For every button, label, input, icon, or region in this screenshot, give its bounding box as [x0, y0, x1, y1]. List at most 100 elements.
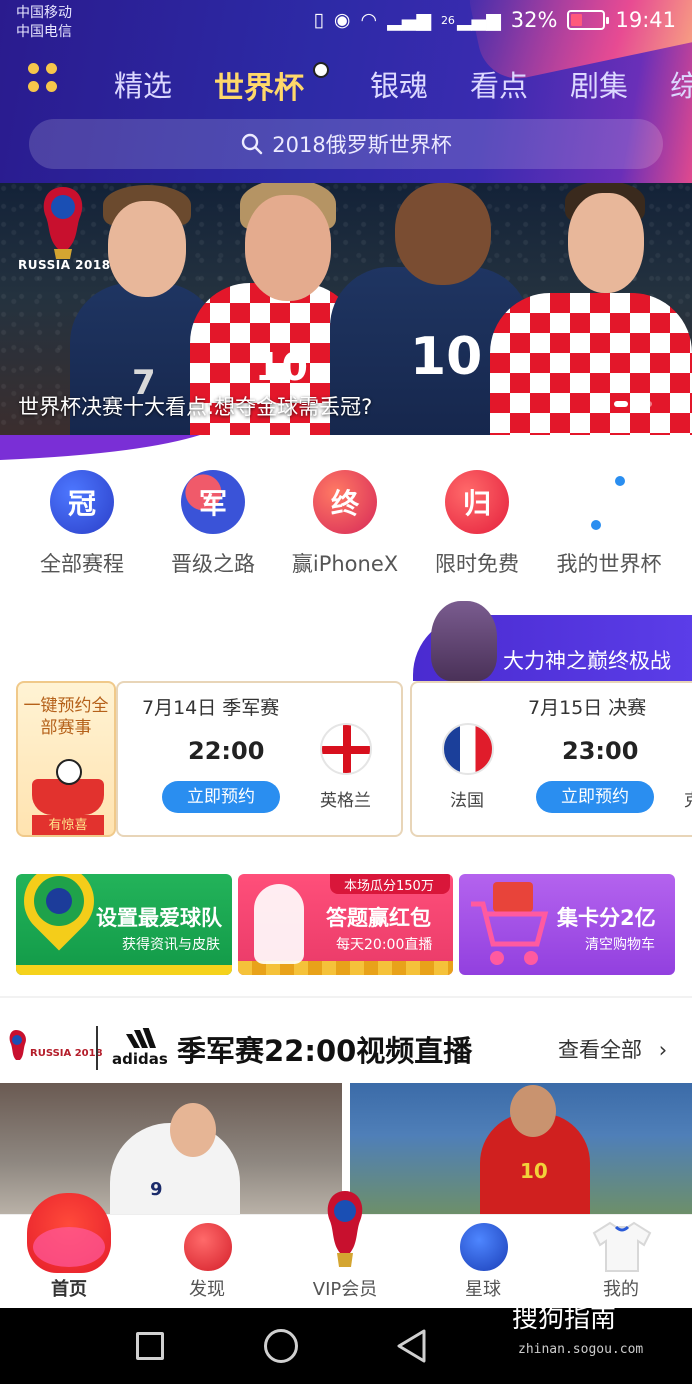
home-icon[interactable] — [264, 1329, 298, 1363]
battery-percent: 32% — [510, 8, 558, 32]
clock: 19:41 — [615, 8, 676, 32]
tab-discover[interactable]: 发现 — [138, 1215, 276, 1309]
quick-link-label: 限时免费 — [435, 552, 519, 576]
status-icons: ▯ ◉ ◠ ▂▄▆ 26 ▂▄▆ 32% 19:41 — [313, 8, 676, 32]
soccer-ball-icon — [182, 1221, 234, 1273]
tile-subtitle: 每天20:00直播 — [336, 937, 433, 953]
quick-links: 冠 全部赛程 军 晋级之路 终 赢iPhoneX 归 限时免费 我的世界杯 — [0, 455, 692, 585]
quick-link-iphone[interactable]: 终 赢iPhoneX — [279, 470, 411, 578]
tab-label: 发现 — [189, 1279, 225, 1300]
bottom-tab-bar: 首页 发现 VIP会员 星球 我的 — [0, 1191, 692, 1309]
menu-dots-icon[interactable] — [28, 63, 68, 103]
view-all-label: 查看全部 — [558, 1038, 642, 1062]
wifi-icon: ◠ — [360, 9, 378, 31]
england-flag-icon — [320, 723, 372, 775]
tab-worldcup[interactable]: 世界杯 — [214, 63, 304, 107]
tab-me[interactable]: 我的 — [552, 1215, 690, 1309]
soccer-ball-icon — [313, 62, 329, 78]
path-badge-icon: 军 — [181, 470, 245, 534]
tile-title: 答题赢红包 — [326, 906, 431, 930]
quick-link-label: 赢iPhoneX — [291, 552, 399, 576]
player-figure — [254, 884, 304, 964]
reserve-all-title: 一键预约全部赛事 — [23, 696, 109, 738]
carousel-indicator — [590, 401, 652, 407]
video-thumbnail[interactable]: 9 — [0, 1083, 342, 1214]
match-card-third-place[interactable]: 7月14日 季军赛 22:00 立即预约 英格兰 — [116, 681, 403, 837]
watermark-url: zhinan.sogou.com — [518, 1342, 644, 1357]
team-name: 英格兰 — [320, 791, 371, 811]
player-figure — [490, 293, 692, 435]
team-name: 法国 — [450, 791, 484, 811]
tab-planet[interactable]: 星球 — [414, 1215, 552, 1309]
match-card-final[interactable]: 7月15日 决赛 法国 23:00 立即预约 克 — [410, 681, 692, 837]
final-promo-tag[interactable]: 大力神之巅终极战 — [413, 601, 692, 681]
reserve-all-card[interactable]: 一键预约全部赛事 有惊喜 — [16, 681, 116, 837]
tile-badge: 本场瓜分150万 — [344, 879, 434, 894]
quiz-tile[interactable]: 本场瓜分150万 答题赢红包 每天20:00直播 — [238, 874, 453, 975]
match-time: 22:00 — [188, 737, 265, 765]
divider — [96, 1026, 98, 1070]
thanos-avatar-icon — [431, 601, 497, 681]
signal-icon: ▂▄▆ — [387, 9, 431, 31]
tab-vip[interactable]: VIP会员 — [276, 1191, 414, 1309]
tab-label: VIP会员 — [312, 1279, 378, 1300]
signal-icon-2: ▂▄▆ — [456, 9, 501, 31]
quick-link-label: 晋级之路 — [171, 552, 255, 576]
quick-link-label: 全部赛程 — [40, 552, 124, 576]
match-date: 7月15日 决赛 — [528, 697, 647, 719]
shopping-cart-icon — [471, 882, 549, 965]
favorite-team-tile[interactable]: 设置最爱球队 获得资讯与皮肤 — [16, 874, 232, 975]
quick-link-path[interactable]: 军 晋级之路 — [147, 470, 279, 578]
tab-yinhun[interactable]: 银魂 — [370, 63, 428, 105]
tile-title: 设置最爱球队 — [96, 906, 222, 930]
search-placeholder: 2018俄罗斯世界杯 — [272, 133, 452, 157]
match-date: 7月14日 季军赛 — [142, 697, 280, 719]
back-icon[interactable] — [394, 1328, 428, 1364]
planet-ball-icon — [458, 1221, 510, 1273]
jersey-icon — [27, 1193, 111, 1273]
return-badge-icon: 归 — [445, 470, 509, 534]
carrier-1: 中国移动 — [16, 5, 72, 21]
worldcup-logo-text: RUSSIA 2018 — [18, 258, 111, 272]
reserve-button[interactable]: 立即预约 — [536, 781, 654, 813]
reserve-button[interactable]: 立即预约 — [162, 781, 280, 813]
battery-icon — [567, 10, 610, 30]
sponsor-name: adidas — [112, 1050, 168, 1068]
live-title: 季军赛22:00视频直播 — [177, 1034, 473, 1068]
tab-juji[interactable]: 剧集 — [570, 63, 628, 105]
worldcup-trophy-icon — [327, 1191, 363, 1267]
search-input[interactable]: 2018俄罗斯世界杯 — [29, 119, 663, 169]
soccer-ball-icon — [56, 759, 82, 785]
quick-link-free[interactable]: 归 限时免费 — [411, 470, 543, 578]
quick-link-schedule[interactable]: 冠 全部赛程 — [16, 470, 148, 578]
hero-banner[interactable]: 7 10 10 RUSSIA 2018 世界杯决赛十大看点:想夺金球需丢冠? — [0, 183, 692, 435]
tab-home[interactable]: 首页 — [0, 1193, 138, 1309]
watermark-brand: 搜狗指南 — [512, 1304, 617, 1334]
video-thumbnail[interactable]: 10 — [350, 1083, 692, 1214]
tab-zong[interactable]: 综 — [670, 63, 692, 105]
live-section-header: RUSSIA 2018 adidas 季军赛22:00视频直播 查看全部 › — [0, 1012, 692, 1082]
surprise-tag: 有惊喜 — [32, 815, 104, 835]
tab-kandian[interactable]: 看点 — [470, 63, 528, 105]
carrier-2: 中国电信 — [16, 24, 72, 40]
worldcup-logo-text: RUSSIA 2018 — [30, 1048, 103, 1059]
view-all-link[interactable]: 查看全部 › — [558, 1034, 667, 1064]
card-collect-tile[interactable]: 集卡分2亿 清空购物车 — [459, 874, 675, 975]
trophy-badge-icon: 冠 — [50, 470, 114, 534]
channel-tabs: 精选 世界杯 银魂 看点 剧集 综 — [0, 55, 692, 111]
recent-apps-icon[interactable] — [136, 1332, 164, 1360]
section-divider — [0, 996, 692, 998]
tab-jingxuan[interactable]: 精选 — [114, 63, 172, 105]
search-icon — [242, 133, 263, 155]
match-time: 23:00 — [562, 737, 639, 765]
shirt-icon — [592, 1221, 652, 1272]
top-header: 中国移动 中国电信 ▯ ◉ ◠ ▂▄▆ 26 ▂▄▆ 32% 19:41 精选 … — [0, 0, 692, 183]
eye-icon: ◉ — [333, 9, 351, 31]
banner-caption: 世界杯决赛十大看点:想夺金球需丢冠? — [18, 395, 373, 419]
tile-title: 集卡分2亿 — [557, 906, 656, 930]
france-flag-icon — [442, 723, 494, 775]
signal-label: 26 — [440, 13, 455, 27]
vibrate-icon: ▯ — [313, 9, 324, 31]
banner-swoosh — [0, 435, 200, 460]
quick-link-my-worldcup[interactable]: 我的世界杯 — [543, 470, 675, 578]
